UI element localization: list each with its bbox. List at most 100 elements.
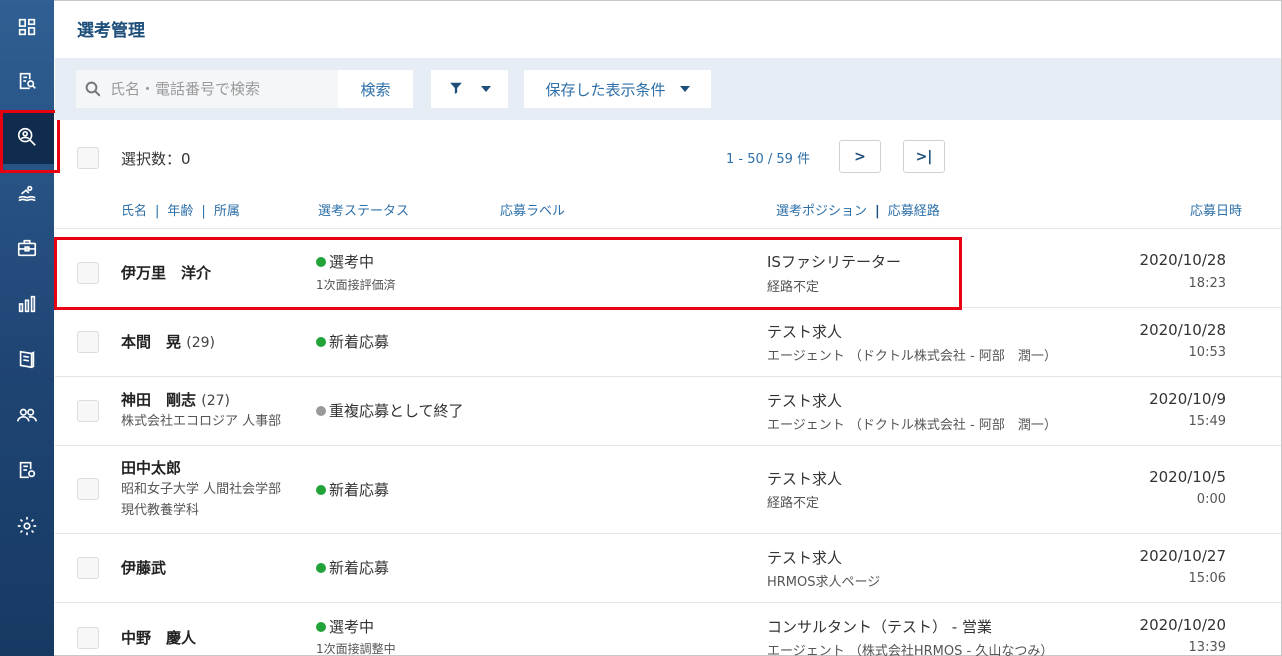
status-badge: 選考中 [316,251,374,272]
status-dot [316,484,326,495]
header-divider [55,228,1281,229]
position-name: テスト求人 [767,470,843,488]
status-badge: 新着応募 [316,557,389,578]
search-input[interactable] [110,80,330,98]
filter-button[interactable] [431,70,508,108]
search-icon [76,80,110,98]
nav-swimmer[interactable] [0,166,54,220]
row-checkbox[interactable] [77,478,99,500]
table-row[interactable] [55,308,1281,377]
table-row[interactable] [55,534,1281,603]
status-badge: 選考中 [316,616,374,637]
application-time: 0:00 [1196,492,1226,507]
status-dot [316,256,326,267]
book-icon [19,350,35,369]
column-header-position-group: 選考ポジション | 応募経路 [776,204,940,219]
application-date: 2020/10/9 [1149,390,1226,408]
status-badge: 新着応募 [316,479,389,500]
last-page-button[interactable]: >| [903,140,945,173]
position-name: ISファシリテーター [767,253,901,271]
nav-candidate-search[interactable] [0,110,60,173]
application-time: 10:53 [1188,345,1226,360]
column-header-affiliation[interactable]: 所属 [214,204,240,219]
users-icon [17,408,37,422]
select-all-checkbox[interactable] [77,147,99,169]
candidate-name[interactable]: 本間 晃 (29) [121,331,215,352]
candidate-affiliation: 株式会社エコロジア 人事部 [121,414,282,429]
status-dot [316,621,326,632]
application-route: 経路不定 [767,496,820,511]
candidate-name[interactable]: 中野 慶人 [121,627,196,648]
chevron-down-icon [480,86,491,92]
nav-analytics[interactable] [0,277,54,331]
status-dot [316,336,326,347]
selected-count: 選択数：0 [121,150,191,168]
bar-chart-icon [18,295,36,313]
candidate-name[interactable]: 神田 剛志 (27) [121,389,230,410]
application-date: 2020/10/28 [1139,321,1226,339]
candidate-search-icon [17,127,36,146]
row-checkbox[interactable] [77,331,99,353]
position-name: テスト求人 [767,392,843,410]
status-badge: 重複応募として終了 [316,400,464,421]
column-header-label[interactable]: 応募ラベル [500,200,565,219]
pagination-range: 1 - 50 / 59 件 [726,152,811,167]
column-header-age[interactable]: 年齢 [167,204,193,219]
position-name: テスト求人 [767,323,843,341]
chevron-down-icon [679,86,690,92]
column-header-status[interactable]: 選考ステータス [318,200,409,219]
sub-status: 1次面接調整中 [316,642,396,656]
swimmer-icon [18,185,36,202]
nav-templates[interactable] [0,443,54,497]
application-date: 2020/10/20 [1139,616,1226,634]
nav-settings[interactable] [0,499,54,553]
candidate-name[interactable]: 伊万里 洋介 [121,262,211,283]
candidate-affiliation: 昭和女子大学 人間社会学部 現代教養学科 [121,482,282,518]
table-row[interactable] [55,238,1281,308]
filter-icon [449,80,463,99]
status-dot [316,405,326,416]
column-header-position[interactable]: 選考ポジション [776,204,867,219]
application-route: エージェント （ドクトル株式会社 - 阿部 潤一） [767,349,1057,364]
application-time: 15:49 [1188,414,1226,429]
next-page-button[interactable]: > [839,140,881,173]
application-date: 2020/10/27 [1139,547,1226,565]
briefcase-icon [17,239,37,257]
nav-dashboard[interactable] [0,0,54,54]
table-row[interactable] [55,603,1281,656]
row-checkbox[interactable] [77,557,99,579]
candidate-name[interactable]: 伊藤武 [121,557,166,578]
application-route: エージェント （ドクトル株式会社 - 阿部 潤一） [767,418,1057,433]
saved-conditions-dropdown[interactable]: 保存した表示条件 [524,70,711,108]
position-name: コンサルタント（テスト） - 営業 [767,618,992,636]
application-time: 13:39 [1188,640,1226,655]
search-button[interactable]: 検索 [338,70,413,108]
application-route: エージェント （株式会社HRMOS - 久山なつみ） [767,644,1054,656]
dashboard-icon [18,18,36,36]
search-field[interactable] [76,70,338,108]
nav-jobs[interactable] [0,221,54,275]
column-header-date[interactable]: 応募日時 [1190,200,1242,219]
application-date: 2020/10/28 [1139,251,1226,269]
column-header-route[interactable]: 応募経路 [888,204,940,219]
application-route: 経路不定 [767,280,820,295]
row-checkbox[interactable] [77,400,99,422]
sub-status: 1次面接評価済 [316,278,396,292]
document-settings-icon [19,461,36,479]
position-name: テスト求人 [767,549,843,567]
candidate-name[interactable]: 田中太郎 [121,457,181,478]
status-dot [316,562,326,573]
nav-users[interactable] [0,388,54,442]
nav-documents[interactable] [0,54,54,108]
nav-reports[interactable] [0,332,54,386]
saved-conditions-label: 保存した表示条件 [545,80,666,99]
sidebar [0,0,60,656]
column-header-name[interactable]: 氏名 [121,204,147,219]
row-checkbox[interactable] [77,262,99,284]
application-time: 18:23 [1188,276,1226,291]
column-header-name-group: 氏名 | 年齢 | 所属 [121,204,240,219]
application-date: 2020/10/5 [1149,468,1226,486]
page-title: 選考管理 [77,21,145,41]
row-checkbox[interactable] [77,627,99,649]
application-route: HRMOS求人ページ [767,575,881,590]
